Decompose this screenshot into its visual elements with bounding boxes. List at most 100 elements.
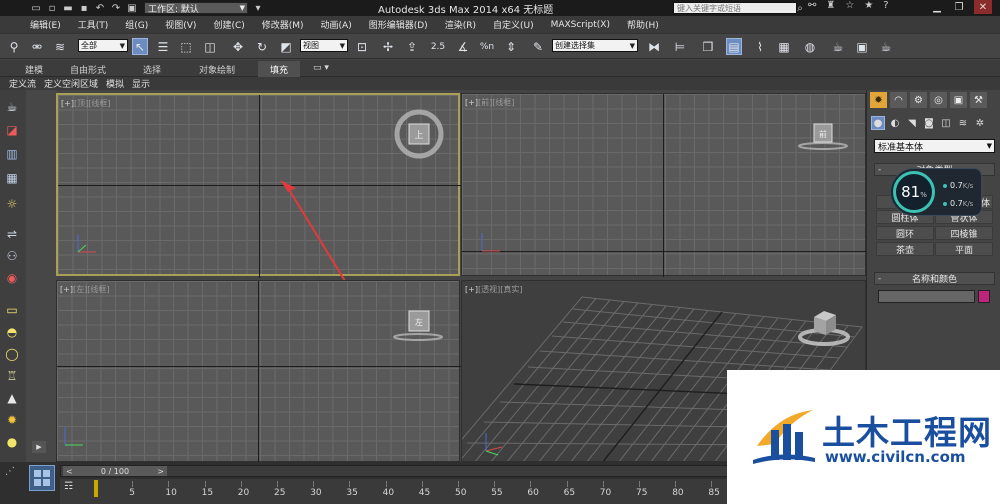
link-icon[interactable]: ⚲ (6, 38, 22, 55)
spacewarps-icon[interactable]: ≋ (956, 116, 970, 130)
box-shape-icon[interactable]: ▭ (3, 302, 21, 318)
menu-rendering[interactable]: 渲染(R) (445, 18, 476, 31)
select-by-name-icon[interactable]: ☰ (155, 38, 171, 55)
menu-create[interactable]: 创建(C) (213, 18, 244, 31)
utilities-tab-icon[interactable]: ⚒ (970, 92, 987, 108)
keyboard-shortcut-icon[interactable]: ⇪ (404, 38, 420, 55)
viewport-front-label[interactable]: [+][前][线框] (465, 97, 514, 108)
open-file-icon[interactable]: ▬ (60, 1, 76, 15)
render-teapot-icon[interactable]: ☕ (878, 38, 894, 55)
hierarchy-tab-icon[interactable]: ⚙ (910, 92, 927, 108)
menu-edit[interactable]: 编辑(E) (30, 18, 61, 31)
menu-animation[interactable]: 动画(A) (321, 18, 352, 31)
move-icon[interactable]: ✥ (230, 38, 246, 55)
viewport-view-name[interactable]: [顶] (74, 99, 88, 108)
tab-object-paint[interactable]: 对象绘制 (199, 63, 235, 76)
close-button[interactable]: ✕ (974, 0, 992, 14)
grid-tool-icon[interactable]: ▦ (3, 170, 21, 186)
binoculars-icon[interactable]: ⚯ (808, 0, 816, 11)
teapot-tool-icon[interactable]: ☕ (3, 99, 21, 115)
viewport-shading[interactable]: [线框] (88, 99, 110, 108)
create-tab-icon[interactable]: ✹ (870, 92, 887, 108)
schematic-view-icon[interactable]: ▦ (776, 38, 792, 55)
project-folder-icon[interactable]: ▣ (124, 1, 140, 15)
mirror-icon[interactable]: ⧓ (646, 38, 662, 55)
curve-editor-icon[interactable]: ⌇ (752, 38, 768, 55)
menu-views[interactable]: 视图(V) (165, 18, 196, 31)
rect-selection-icon[interactable]: ⬚ (178, 38, 194, 55)
search-input[interactable]: 键入关键字或短语 (673, 2, 797, 14)
unlink-icon[interactable]: ⚮ (29, 38, 45, 55)
current-frame-marker[interactable] (94, 480, 98, 497)
name-color-rollout[interactable]: - 名称和颜色 (874, 272, 995, 285)
tube-shape-icon[interactable]: ♖ (3, 368, 21, 384)
new-file-icon[interactable]: ▫ (44, 1, 60, 15)
menu-maxscript[interactable]: MAXScript(X) (551, 20, 610, 30)
helpers-icon[interactable]: ◫ (939, 116, 953, 130)
viewport-top[interactable]: [+][顶][线框] 上 (56, 93, 462, 326)
subscription-icon[interactable]: ♜ (826, 0, 835, 11)
quick-access-more-icon[interactable]: ▾ (250, 1, 266, 15)
menu-modifiers[interactable]: 修改器(M) (262, 18, 304, 31)
object-color-swatch[interactable] (978, 290, 990, 303)
bind-space-warp-icon[interactable]: ≋ (52, 38, 68, 55)
align-icon[interactable]: ⊨ (672, 38, 688, 55)
expand-toolbar-icon[interactable]: ▶ (32, 441, 46, 453)
slider-right-arrow-icon[interactable]: > (157, 467, 164, 476)
viewport-view-name[interactable]: [左] (73, 285, 87, 294)
help-icon[interactable]: ? (883, 0, 888, 11)
viewport-top-label[interactable]: [+][顶][线框] (61, 98, 110, 109)
menu-group[interactable]: 组(G) (125, 18, 148, 31)
tab-populate[interactable]: 填充 (258, 61, 301, 78)
slider-left-arrow-icon[interactable]: < (66, 467, 73, 476)
dome-shape-icon[interactable]: ◓ (3, 324, 21, 340)
viewcube[interactable]: 左 (391, 305, 445, 345)
render-setup-icon[interactable]: ☕ (830, 38, 846, 55)
rotate-icon[interactable]: ↻ (254, 38, 270, 55)
menu-tools[interactable]: 工具(T) (78, 18, 109, 31)
undo-icon[interactable]: ↶ (92, 1, 108, 15)
viewport-front[interactable]: [+][前][线框] 前 (461, 93, 867, 277)
angle-snap-icon[interactable]: ∡ (455, 38, 471, 55)
selection-filter-dropdown[interactable]: 全部 ▼ (78, 39, 128, 52)
sun-shape-icon[interactable]: ✹ (3, 412, 21, 428)
object-category-dropdown[interactable]: 标准基本体 ▼ (874, 139, 995, 153)
viewcube[interactable]: 前 (796, 116, 850, 156)
save-icon[interactable]: ▪ (76, 1, 92, 15)
motion-tab-icon[interactable]: ◎ (930, 92, 947, 108)
viewport-shading[interactable]: [线框] (492, 98, 514, 107)
percent-snap-icon[interactable]: %n (479, 38, 495, 55)
layer-manager-icon[interactable]: ❒ (700, 38, 716, 55)
viewport-plus-menu[interactable]: [+] (60, 285, 73, 294)
teapot-button[interactable]: 茶壶 (876, 242, 934, 256)
workspace-dropdown[interactable]: 工作区: 默认 ▼ (144, 2, 248, 15)
viewport-left-label[interactable]: [+][左][线框] (60, 284, 109, 295)
material-editor-icon[interactable]: ◍ (802, 38, 818, 55)
menu-help[interactable]: 帮助(H) (627, 18, 659, 31)
plane-button[interactable]: 平面 (935, 242, 993, 256)
viewport-left[interactable]: [+][左][线框] 左 (56, 280, 461, 463)
torus-button[interactable]: 圆环 (876, 226, 934, 240)
simulate[interactable]: 模拟 (106, 77, 124, 90)
menu-graph-editors[interactable]: 图形编辑器(D) (369, 18, 428, 31)
favorites-icon[interactable]: ★ (864, 0, 873, 11)
mini-curve-editor-icon[interactable]: ☶ (64, 481, 78, 495)
viewport-view-name[interactable]: [前] (478, 98, 492, 107)
ref-coord-dropdown[interactable]: 视图 ▼ (300, 39, 348, 52)
cone-shape-icon[interactable]: ▲ (3, 390, 21, 406)
network-monitor-widget[interactable]: 81% 0.7K/s 0.7K/s (890, 168, 982, 216)
viewcube[interactable] (798, 303, 854, 351)
ring-shape-icon[interactable]: ◯ (3, 346, 21, 362)
light-tool-icon[interactable]: ☼ (3, 196, 21, 212)
lasso-tool-icon[interactable]: ◪ (3, 122, 21, 138)
redo-icon[interactable]: ↷ (108, 1, 124, 15)
viewport-plus-menu[interactable]: [+] (465, 98, 478, 107)
app-menu-icon[interactable]: ▭ (28, 1, 44, 15)
cameras-icon[interactable]: ◙ (922, 116, 936, 130)
display-tab-icon[interactable]: ▣ (950, 92, 967, 108)
shapes-icon[interactable]: ◐ (888, 116, 902, 130)
camera-tool-icon[interactable]: ◉ (3, 270, 21, 286)
snap-toggle-icon[interactable]: 2.5 (430, 38, 446, 55)
maximize-button[interactable]: ❐ (950, 0, 968, 14)
communication-center-icon[interactable]: ☆ (845, 0, 854, 11)
